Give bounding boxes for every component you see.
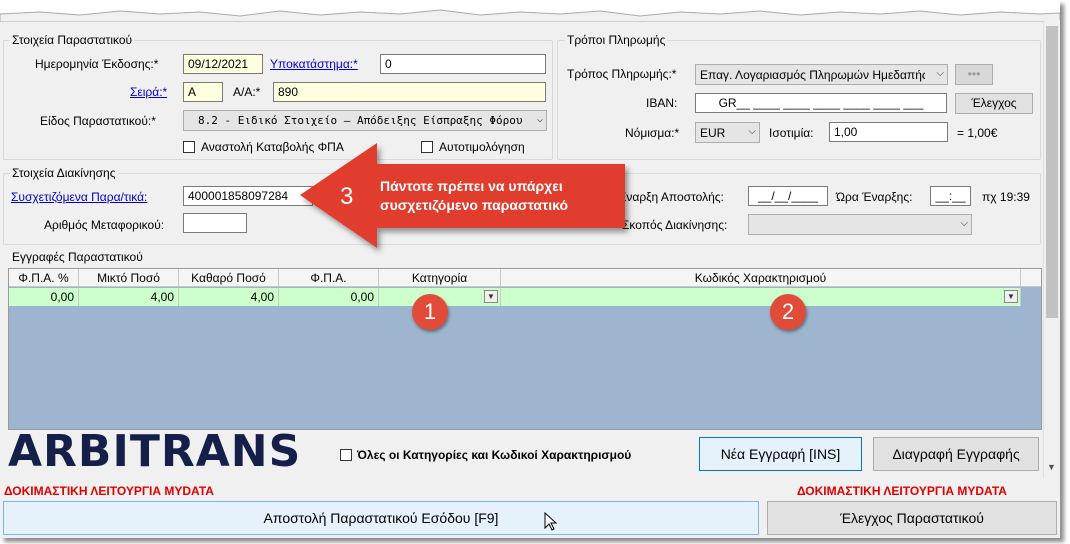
payment-method-label: Τρόπος Πληρωμής:* xyxy=(567,67,677,81)
branch-input[interactable]: 0 xyxy=(380,54,546,74)
related-docs-input[interactable]: 400001858097284 xyxy=(183,186,313,206)
entries-group-title: Εγγραφές Παραστατικού xyxy=(10,250,145,264)
all-categories-label: Όλες οι Κατηγορίες και Κωδικοί Χαρακτηρι… xyxy=(357,448,632,462)
mouse-cursor-icon xyxy=(544,512,558,531)
badge-classification: 2 xyxy=(770,294,806,330)
aa-input[interactable]: 890 xyxy=(273,82,546,102)
chevron-down-icon[interactable]: ▼ xyxy=(484,290,498,303)
main-window: ▼ Στοιχεία Παραστατικού Ημερομηνία Έκδοσ… xyxy=(0,0,1060,538)
chevron-down-icon: ⌵ xyxy=(536,114,543,125)
chevron-down-icon: ⌵ xyxy=(960,218,968,229)
scroll-down-icon[interactable]: ▼ xyxy=(1047,462,1056,472)
column-header[interactable]: Φ.Π.Α. xyxy=(279,269,379,287)
aa-label: Α/Α:* xyxy=(233,85,261,99)
chevron-down-icon: ⌵ xyxy=(936,68,944,79)
doc-type-select[interactable]: 8.2 - Ειδικό Στοιχείο – Απόδειξης Είσπρα… xyxy=(183,110,547,131)
iban-label: IBAN: xyxy=(646,96,678,110)
issue-date-input[interactable]: 09/12/2021 xyxy=(183,54,263,74)
delete-entry-button[interactable]: Διαγραφή Εγγραφής xyxy=(873,437,1039,471)
vehicle-number-label: Αριθμός Μεταφορικού: xyxy=(44,218,165,232)
parity-input[interactable]: 1,00 xyxy=(829,122,948,142)
iban-check-button[interactable]: Έλεγχος xyxy=(955,93,1033,114)
vat-suspension-checkbox[interactable] xyxy=(183,141,195,153)
column-header-filler xyxy=(1021,269,1041,287)
cell-net[interactable]: 4,00 xyxy=(179,288,279,306)
series-link[interactable]: Σειρά:* xyxy=(130,85,167,99)
series-input[interactable]: A xyxy=(183,82,223,102)
doc-type-value: 8.2 - Ειδικό Στοιχείο – Απόδειξης Είσπρα… xyxy=(198,114,523,127)
payment-method-select[interactable]: Επαγ. Λογαριασμός Πληρωμών Ημεδαπής ⌵ xyxy=(695,64,948,85)
validate-document-button[interactable]: Έλεγχος Παραστατικού xyxy=(767,501,1057,535)
cell-gross[interactable]: 4,00 xyxy=(79,288,179,306)
movement-group-title: Στοιχεία Διακίνησης xyxy=(10,166,118,180)
parity-label: Ισοτιμία: xyxy=(769,126,814,140)
new-entry-button[interactable]: Νέα Εγγραφή [INS] xyxy=(699,437,862,471)
issue-date-label: Ημερομηνία Έκδοσης:* xyxy=(35,57,159,71)
column-header[interactable]: Καθαρό Ποσό xyxy=(179,269,279,287)
arbitrans-logo: ARBITRANS xyxy=(8,426,302,477)
column-header[interactable]: Μικτό Ποσό xyxy=(79,269,179,287)
callout-text-line2: συσχετιζόμενο παραστατικό xyxy=(380,197,569,213)
more-button[interactable]: ••• xyxy=(955,64,993,85)
vertical-scrollbar[interactable]: ▼ xyxy=(1043,20,1060,478)
start-time-input[interactable]: __:__ xyxy=(930,186,971,206)
document-group-title: Στοιχεία Παραστατικού xyxy=(10,33,135,47)
iban-value: GR__ ____ ____ ____ ____ ____ ___ xyxy=(718,96,924,110)
callout-number: 3 xyxy=(340,183,354,210)
cell-vat-pct[interactable]: 0,00 xyxy=(9,288,79,306)
related-docs-link[interactable]: Συσχετιζόμενα Παρα/τικά: xyxy=(11,190,147,204)
branch-link[interactable]: Υποκατάστημα:* xyxy=(270,57,358,71)
movement-purpose-select[interactable]: ⌵ xyxy=(748,214,972,235)
badge-category: 1 xyxy=(412,294,448,330)
chevron-down-icon: ⌵ xyxy=(748,126,756,137)
start-time-label: Ώρα Έναρξης: xyxy=(836,190,913,204)
entries-grid[interactable]: Φ.Π.Α. % Μικτό Ποσό Καθαρό Ποσό Φ.Π.Α. Κ… xyxy=(8,268,1042,430)
column-header[interactable]: Φ.Π.Α. % xyxy=(9,269,79,287)
doc-type-label: Είδος Παραστατικού:* xyxy=(40,114,156,128)
test-mode-left: ΔΟΚΙΜΑΣΤΙΚΗ ΛΕΙΤΟΥΡΓΙΑ MYDATA xyxy=(4,484,214,498)
send-document-button[interactable]: Αποστολή Παραστατικού Εσόδου [F9] xyxy=(3,501,759,535)
callout-text-line1: Πάντοτε πρέπει να υπάρχει xyxy=(380,178,563,194)
shipment-start-input[interactable]: __/__/____ xyxy=(748,186,828,206)
vehicle-number-input[interactable] xyxy=(183,213,247,233)
payment-method-value: Επαγ. Λογαριασμός Πληρωμών Ημεδαπής xyxy=(700,68,925,82)
start-time-hint: πχ 19:39 xyxy=(982,190,1030,204)
iban-input[interactable]: GR__ ____ ____ ____ ____ ____ ___ xyxy=(695,93,947,113)
scroll-thumb[interactable] xyxy=(1046,26,1058,318)
cell-vat[interactable]: 0,00 xyxy=(279,288,379,306)
cell-classification-code[interactable]: ▼ xyxy=(501,288,1021,306)
payment-group-title: Τρόποι Πληρωμής xyxy=(565,33,668,47)
column-header[interactable]: Κωδικός Χαρακτηρισμού xyxy=(501,269,1021,287)
currency-value: EUR xyxy=(700,126,726,140)
torn-edge xyxy=(0,0,1060,22)
column-header[interactable]: Κατηγορία xyxy=(379,269,501,287)
all-categories-checkbox[interactable] xyxy=(340,449,352,461)
currency-select[interactable]: EUR ⌵ xyxy=(695,122,760,143)
chevron-down-icon[interactable]: ▼ xyxy=(1004,290,1018,303)
currency-label: Νόμισμα:* xyxy=(625,126,680,140)
test-mode-right: ΔΟΚΙΜΑΣΤΙΚΗ ΛΕΙΤΟΥΡΓΙΑ MYDATA xyxy=(797,484,1007,498)
parity-result: = 1,00€ xyxy=(957,126,998,140)
